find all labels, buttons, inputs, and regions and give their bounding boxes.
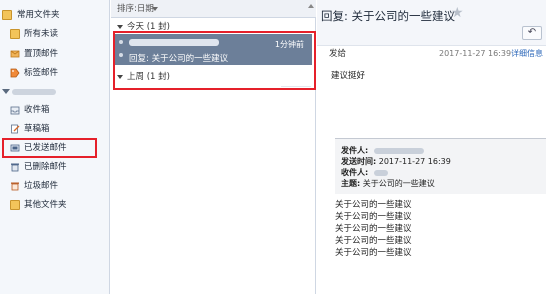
sidebar-item-label: 置顶邮件 — [24, 49, 59, 59]
quote-to-row: 收件人: — [341, 167, 389, 178]
mail-item-highlight — [113, 31, 316, 90]
sort-bar[interactable]: 排序:日期 — [111, 0, 316, 18]
sidebar-item-other-folders[interactable]: 其他文件夹 — [0, 197, 110, 213]
spam-icon — [10, 181, 20, 191]
sidebar-item-label: 所有未读 — [24, 29, 59, 39]
pin-mail-icon — [10, 49, 20, 59]
sent-folder-highlight — [2, 138, 97, 158]
common-folders-label: 常用文件夹 — [17, 10, 60, 20]
sidebar-item-tagged[interactable]: 标签邮件 — [0, 65, 110, 81]
reply-button[interactable]: ↶ — [522, 26, 542, 40]
quoted-header: 发件人: 发送时间: 2017-11-27 16:39 收件人: 主题: 关于公… — [335, 138, 546, 194]
quote-to-label: 收件人: — [341, 168, 369, 177]
sidebar-item-label: 已删除邮件 — [24, 162, 67, 172]
folder-icon — [10, 200, 20, 210]
common-folders-header[interactable]: 常用文件夹 — [0, 7, 110, 23]
quote-from-label: 发件人: — [341, 146, 369, 155]
message-title: 回复: 关于公司的一些建议 — [321, 9, 456, 23]
message-meta: 发给 2017-11-27 16:39 详细信息 — [329, 48, 546, 60]
quote-subject-value: 关于公司的一些建议 — [362, 179, 435, 188]
quote-from-row: 发件人: — [341, 145, 425, 156]
sidebar-item-all-unread[interactable]: 所有未读 — [0, 26, 110, 42]
sidebar-item-label: 收件箱 — [24, 105, 50, 115]
scroll-up-icon[interactable] — [308, 4, 314, 8]
quoted-line: 关于公司的一些建议 — [335, 200, 412, 210]
sidebar-item-inbox[interactable]: 收件箱 — [0, 102, 110, 118]
details-link[interactable]: 详细信息 — [511, 48, 543, 60]
quoted-line: 关于公司的一些建议 — [335, 224, 412, 234]
chevron-down-icon — [117, 25, 123, 29]
chevron-down-icon[interactable] — [152, 7, 158, 11]
inbox-icon — [10, 105, 20, 115]
sidebar-item-label: 其他文件夹 — [24, 200, 67, 210]
quote-sent-label: 发送时间: — [341, 157, 377, 166]
reading-pane: 回复: 关于公司的一些建议 ★ ↶ 发给 2017-11-27 16:39 详细… — [317, 0, 546, 294]
account-header[interactable] — [0, 86, 110, 98]
quote-subject-label: 主题: — [341, 179, 361, 188]
sidebar-item-pinned[interactable]: 置顶邮件 — [0, 46, 110, 62]
star-icon[interactable]: ★ — [451, 5, 464, 21]
trash-icon — [10, 162, 20, 172]
folder-icon — [2, 10, 12, 20]
chevron-down-icon — [2, 89, 10, 94]
quoted-line: 关于公司的一些建议 — [335, 212, 412, 222]
quote-to-value — [374, 169, 389, 176]
message-date: 2017-11-27 16:39 — [439, 49, 512, 58]
folder-icon — [10, 29, 20, 39]
sidebar-item-drafts[interactable]: 草稿箱 — [0, 121, 110, 137]
account-name — [12, 89, 56, 95]
tag-icon — [10, 68, 20, 78]
message-body: 建议挺好 — [331, 71, 366, 81]
sidebar-item-spam[interactable]: 垃圾邮件 — [0, 178, 110, 194]
quote-subject-row: 主题: 关于公司的一些建议 — [341, 178, 435, 189]
sidebar-item-label: 标签邮件 — [24, 68, 59, 78]
sidebar-item-label: 草稿箱 — [24, 124, 50, 134]
drafts-icon — [10, 124, 20, 134]
reader-header: 回复: 关于公司的一些建议 ★ ↶ — [317, 0, 546, 46]
recipient-label: 发给 — [329, 49, 347, 59]
quote-from-value — [374, 147, 425, 154]
quote-sent-value: 2017-11-27 16:39 — [378, 157, 451, 166]
quote-sent-row: 发送时间: 2017-11-27 16:39 — [341, 156, 451, 167]
sidebar-item-deleted[interactable]: 已删除邮件 — [0, 159, 110, 175]
quoted-line: 关于公司的一些建议 — [335, 236, 412, 246]
sort-label: 排序:日期 — [117, 4, 154, 14]
quoted-line: 关于公司的一些建议 — [335, 248, 412, 258]
sidebar-item-label: 垃圾邮件 — [24, 181, 59, 191]
